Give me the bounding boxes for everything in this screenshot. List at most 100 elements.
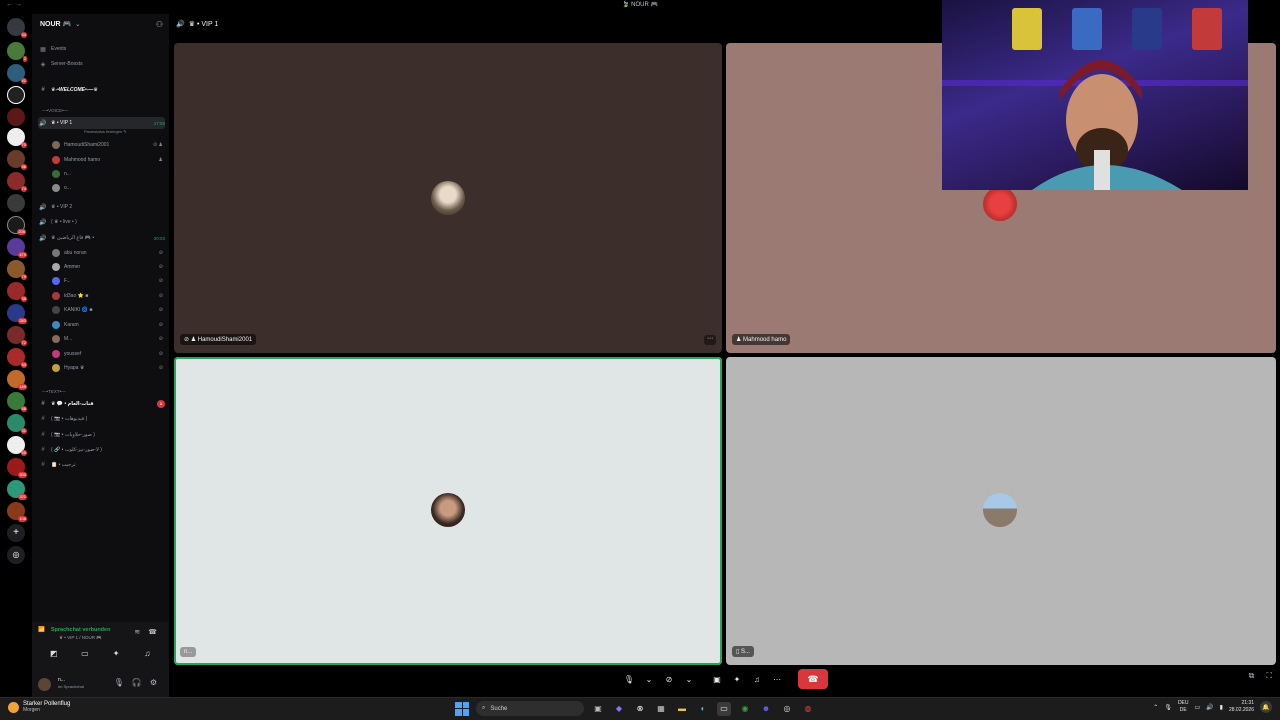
volume-icon[interactable]: 🔊 <box>1206 704 1213 711</box>
network-icon[interactable]: ▭ <box>1195 704 1201 711</box>
voice-member[interactable]: Hyapa ♛ ⊘ <box>52 362 163 374</box>
participant-tile[interactable]: ⊘ ♟ HamoudiShami2001 ⋯ <box>174 43 722 353</box>
server-icon[interactable]: 38 <box>7 282 27 302</box>
channel-status[interactable]: Panelstatus festlegen ✎ <box>84 129 127 134</box>
server-icon[interactable]: 66 <box>7 392 27 412</box>
channel-t1[interactable]: # ♛ 💬 • قنات-العام 1 <box>38 398 165 410</box>
voice-member[interactable]: F... ⊘ <box>52 275 163 287</box>
disconnect-icon[interactable]: ☎ <box>148 628 157 636</box>
channel-vip1[interactable]: 🔊 ♛ • VIP 1 17:59 <box>38 117 165 129</box>
battery-icon[interactable]: ▮ <box>1220 704 1223 711</box>
fullscreen-icon[interactable]: ⛶ <box>1266 671 1272 681</box>
voice-member[interactable]: M... ⊘ <box>52 333 163 345</box>
server-icon[interactable]: 70 <box>7 128 27 148</box>
channel-live[interactable]: 🔊 ( ♛ • live • ) <box>38 216 165 228</box>
boosts-item[interactable]: ◈ Server-Boosts <box>38 58 165 70</box>
screen-share-button[interactable]: ▭ <box>72 646 98 660</box>
server-icon[interactable]: 41 <box>7 64 27 84</box>
server-icon[interactable] <box>7 86 25 104</box>
headphones-icon[interactable]: 🎧 <box>132 678 142 687</box>
discord-icon[interactable]: ☻ <box>759 702 773 716</box>
server-icon[interactable]: 86 <box>7 150 27 170</box>
chevron-down-icon[interactable]: ⌄ <box>642 671 656 687</box>
server-icon[interactable]: 479 <box>7 238 27 258</box>
windows-start-icon[interactable] <box>455 701 469 716</box>
voice-location[interactable]: ♛ • VIP 1 / NOUR 🎮 <box>59 635 102 641</box>
channel-vip2[interactable]: 🔊 ♛ • VIP 2 <box>38 201 165 213</box>
add-server-icon[interactable]: + <box>7 524 25 542</box>
taskbar-search[interactable]: ⌕ Suche <box>476 701 584 716</box>
server-icon[interactable]: 108 <box>7 502 27 522</box>
voice-member[interactable]: n... <box>52 168 163 180</box>
voice-member[interactable]: Karam ⊘ <box>52 319 163 331</box>
channel-t4[interactable]: # ( 🔗 • لا-صور-نيز-كلوب ) <box>38 444 165 456</box>
xbox-icon[interactable]: ⊗ <box>633 702 647 716</box>
microphone-icon[interactable]: 🎙 <box>114 678 124 687</box>
server-icon[interactable]: 55 <box>7 436 27 456</box>
more-options-button[interactable]: ⋯ <box>704 335 716 345</box>
direct-messages-button[interactable]: 34 <box>7 18 27 38</box>
server-icon[interactable] <box>7 108 25 126</box>
obs-icon[interactable]: ◍ <box>801 702 815 716</box>
voice-member[interactable]: youssef ⊘ <box>52 348 163 360</box>
server-icon[interactable]: 189 <box>7 370 27 390</box>
weather-widget[interactable]: Starker Pollenflug Morgen <box>8 701 70 713</box>
chevron-up-icon[interactable]: ⌃ <box>1153 704 1158 711</box>
clock[interactable]: 21:31 28.02.2026 <box>1229 700 1254 714</box>
file-explorer-icon[interactable]: ▬ <box>675 702 689 716</box>
server-icon[interactable]: 321 <box>7 480 27 500</box>
server-icon[interactable]: 2 <box>7 42 27 62</box>
popout-icon[interactable]: ⧉ <box>1249 671 1255 681</box>
server-icon[interactable]: 283 <box>7 304 27 324</box>
channel-t2[interactable]: # ( 📷 • فيديوهات ) <box>38 413 165 425</box>
voice-member[interactable]: id3ao ⭐ ■ ⊘ <box>52 290 163 302</box>
server-icon[interactable]: 74 <box>7 172 27 192</box>
chevron-down-icon[interactable]: ⌄ <box>682 671 696 687</box>
edge-icon[interactable]: ◐ <box>696 702 710 716</box>
soundboard-icon[interactable]: ♫ <box>750 671 764 687</box>
activities-icon[interactable]: ✦ <box>730 671 744 687</box>
disconnect-button[interactable]: ☎ <box>798 669 828 689</box>
voice-member[interactable]: KANIKI 🌀 ■ ⊘ <box>52 304 163 316</box>
avatar[interactable] <box>38 678 51 691</box>
channel-welcome[interactable]: # ♛-•WELCOME•-—♛ <box>38 84 165 96</box>
server-icon[interactable]: 72 <box>7 326 27 346</box>
screen-share-icon[interactable]: ▣ <box>710 671 724 687</box>
category-voice[interactable]: —•VOICE•— <box>42 108 68 113</box>
discover-icon[interactable]: ◎ <box>7 546 25 564</box>
voice-member[interactable]: o... <box>52 182 163 194</box>
chrome-icon[interactable]: ◉ <box>738 702 752 716</box>
participant-tile[interactable]: ▯ S... <box>726 357 1276 665</box>
voice-member[interactable]: Mahmood hamo ♟ <box>52 154 163 166</box>
microphone-icon[interactable]: 🎙 <box>1164 704 1172 711</box>
voice-member[interactable]: Ammer ⊘ <box>52 261 163 273</box>
invite-icon[interactable]: ⚇ <box>156 20 163 29</box>
camera-button[interactable]: ◩ <box>41 646 67 660</box>
channel-room3[interactable]: 🔊 ♛ قاع الرياضين 🎮 • 20:03 <box>38 232 165 244</box>
voice-status[interactable]: 📶 Sprachchat verbunden <box>38 627 110 633</box>
task-view-icon[interactable]: ▣ <box>591 702 605 716</box>
gear-icon[interactable]: ⚙ <box>150 678 157 687</box>
soundboard-button[interactable]: ♫ <box>134 646 160 660</box>
participant-tile[interactable]: n... <box>174 357 722 665</box>
camera-off-icon[interactable]: ⊘ <box>662 671 676 687</box>
server-icon[interactable]: 31 <box>7 414 27 434</box>
category-text[interactable]: —•TEXT•— <box>42 389 66 394</box>
server-icon[interactable]: 53 <box>7 348 27 368</box>
server-icon[interactable]: 300 <box>7 458 27 478</box>
server-icon[interactable] <box>7 194 25 212</box>
microphone-icon[interactable]: 🎙 <box>622 671 636 687</box>
server-icon[interactable]: 79 <box>7 260 27 280</box>
teams-icon[interactable]: ◆ <box>612 702 626 716</box>
channel-t5[interactable]: # 📋 • ترحيب <box>38 459 165 471</box>
more-icon[interactable]: ⋯ <box>770 671 784 687</box>
notification-icon[interactable]: 🔔 <box>1260 701 1272 713</box>
store-icon[interactable]: ▦ <box>654 702 668 716</box>
noise-suppression-icon[interactable]: ≋ <box>134 628 140 636</box>
voice-member[interactable]: abu noran ⊘ <box>52 247 163 259</box>
language-indicator[interactable]: DEU DE <box>1178 700 1189 714</box>
steam-icon[interactable]: ◎ <box>780 702 794 716</box>
terminal-icon[interactable]: ▭ <box>717 701 731 716</box>
voice-member[interactable]: HamoudiShami2001 ⊘ ♟ <box>52 139 163 151</box>
guild-header[interactable]: NOUR 🎮 ⌄ <box>40 20 80 28</box>
